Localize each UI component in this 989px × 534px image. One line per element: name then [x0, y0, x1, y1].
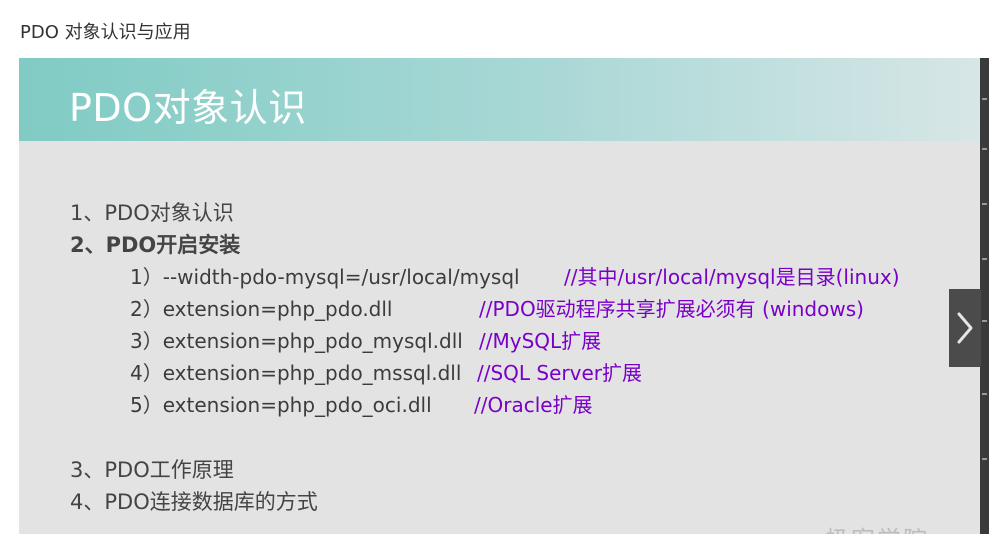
list-item: 3、PDO工作原理	[70, 458, 234, 482]
code-comment: //SQL Server扩展	[477, 361, 642, 385]
chevron-right-icon	[957, 312, 973, 344]
watermark-logo: 极客学院	[825, 520, 929, 534]
slide-title: PDO对象认识	[69, 86, 307, 130]
page-title: PDO 对象认识与应用	[20, 22, 191, 43]
code-comment: //PDO驱动程序共享扩展必须有 (windows)	[479, 297, 864, 321]
code-line: 5）extension=php_pdo_oci.dll	[130, 393, 432, 417]
code-line: 2）extension=php_pdo.dll	[130, 297, 393, 321]
code-line: 1）--width-pdo-mysql=/usr/local/mysql	[130, 265, 520, 289]
slide-viewer: PDO对象认识 1、PDO对象认识 2、PDO开启安装 1）--width-pd…	[19, 58, 980, 534]
code-comment: //MySQL扩展	[479, 329, 602, 353]
code-comment: //Oracle扩展	[474, 393, 593, 417]
code-comment: //其中/usr/local/mysql是目录(linux)	[564, 265, 900, 289]
code-line: 4）extension=php_pdo_mssql.dll	[130, 361, 462, 385]
list-item: 1、PDO对象认识	[70, 201, 234, 225]
next-slide-button[interactable]	[949, 289, 981, 367]
list-item: 4、PDO连接数据库的方式	[70, 490, 318, 514]
side-panel-strip[interactable]	[980, 58, 989, 534]
list-item: 2、PDO开启安装	[70, 233, 241, 257]
code-line: 3）extension=php_pdo_mysql.dll	[130, 329, 463, 353]
